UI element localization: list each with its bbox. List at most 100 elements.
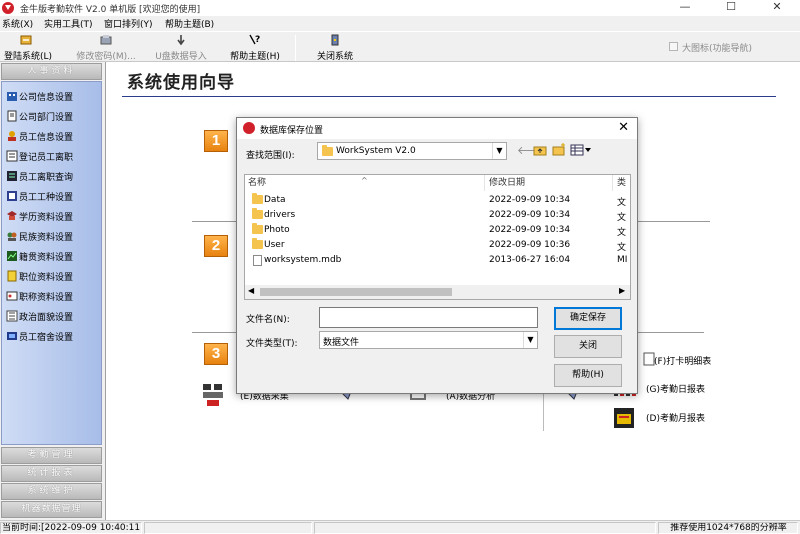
chevron-down-icon: ▼ bbox=[492, 143, 506, 159]
lookin-label: 查找范围(I): bbox=[246, 151, 295, 161]
change-password-button[interactable]: 修改密码(M)... bbox=[74, 34, 138, 62]
folder-icon bbox=[252, 238, 263, 249]
sidebar-item-resign[interactable]: 登记员工离职 bbox=[2, 146, 102, 166]
up-folder-icon[interactable] bbox=[533, 144, 547, 156]
toolbar-separator bbox=[295, 35, 296, 61]
sidebar-item-department[interactable]: 公司部门设置 bbox=[2, 106, 102, 126]
sidebar-item-resign-query[interactable]: 员工离职查询 bbox=[2, 166, 102, 186]
app-logo-icon bbox=[243, 122, 255, 134]
dialog-title: 数据库保存位置 bbox=[260, 126, 324, 136]
status-cell bbox=[314, 522, 656, 534]
sidebar-item-education[interactable]: 学历资料设置 bbox=[2, 206, 102, 226]
title-bar: 金牛版考勤软件 V2.0 单机版 [欢迎您的使用] — ☐ ✕ bbox=[0, 0, 800, 16]
column-header-type[interactable]: 类 bbox=[614, 175, 630, 191]
list-item[interactable]: Photo 2022-09-09 10:34 文 bbox=[245, 223, 630, 238]
new-folder-icon[interactable] bbox=[552, 143, 566, 156]
title-icon bbox=[6, 291, 18, 301]
column-header-date[interactable]: 修改日期 bbox=[486, 175, 613, 191]
status-time: 当前时间:[2022-09-09 10:40:11] bbox=[0, 522, 142, 534]
daily-report-link[interactable]: (G)考勤日报表 bbox=[646, 382, 705, 395]
step-1-badge: 1 bbox=[204, 130, 228, 152]
filename-input[interactable] bbox=[319, 307, 538, 328]
position-icon bbox=[7, 270, 17, 282]
list-item[interactable]: drivers 2022-09-09 10:34 文 bbox=[245, 208, 630, 223]
section-personnel[interactable]: 人事资料 bbox=[1, 63, 102, 80]
login-icon bbox=[20, 35, 32, 45]
maximize-button[interactable]: ☐ bbox=[708, 0, 754, 16]
sidebar-item-hometown[interactable]: 籍贯资料设置 bbox=[2, 246, 102, 266]
step-3-badge: 3 bbox=[204, 343, 228, 365]
scrollbar-thumb[interactable] bbox=[260, 288, 452, 296]
large-icon-label: 大图标(功能导航) bbox=[682, 44, 753, 54]
resign-query-icon bbox=[7, 171, 17, 181]
department-icon bbox=[7, 110, 17, 122]
status-hint: 推荐使用1024*768的分辨率 bbox=[658, 522, 798, 534]
menu-help[interactable]: 帮助主题(B) bbox=[165, 17, 214, 30]
close-system-button[interactable]: 关闭系统 bbox=[311, 34, 359, 62]
title-divider bbox=[122, 96, 776, 97]
view-menu-icon[interactable] bbox=[570, 144, 592, 156]
folder-icon bbox=[322, 145, 333, 156]
scroll-right-icon[interactable]: ▶ bbox=[619, 286, 625, 295]
save-button[interactable]: 确定保存 bbox=[554, 307, 622, 330]
large-icon-checkbox[interactable] bbox=[669, 42, 678, 51]
list-item[interactable]: Data 2022-09-09 10:34 文 bbox=[245, 193, 630, 208]
menu-bar: 系统(X) 实用工具(T) 窗口排列(Y) 帮助主题(B) bbox=[0, 16, 800, 31]
section-maintenance[interactable]: 系统维护 bbox=[1, 483, 102, 500]
usb-import-button[interactable]: U盘数据导入 bbox=[151, 34, 211, 62]
dormitory-icon bbox=[7, 332, 17, 340]
sidebar-item-position[interactable]: 职位资料设置 bbox=[2, 266, 102, 286]
filetype-select[interactable]: 数据文件 ▼ bbox=[319, 331, 538, 349]
sidebar-item-politics[interactable]: 政治面貌设置 bbox=[2, 306, 102, 326]
company-icon bbox=[7, 92, 17, 101]
ethnicity-icon bbox=[7, 232, 17, 241]
save-location-dialog: 数据库保存位置 ✕ 查找范围(I): WorkSystem V2.0 ▼ 🡐 名… bbox=[236, 117, 638, 394]
dialog-close-button[interactable]: ✕ bbox=[618, 120, 629, 135]
sidebar-item-company[interactable]: 公司信息设置 bbox=[2, 86, 102, 106]
filetype-label: 文件类型(T): bbox=[246, 339, 298, 349]
monthly-report-link[interactable]: (D)考勤月报表 bbox=[646, 411, 705, 424]
close-window-button[interactable]: ✕ bbox=[754, 0, 800, 16]
nav-list: 公司信息设置 公司部门设置 员工信息设置 登记员工离职 员工离职查询 员工工种设… bbox=[1, 81, 102, 445]
status-bar: 当前时间:[2022-09-09 10:40:11] 推荐使用1024*768的… bbox=[0, 520, 800, 534]
close-system-icon bbox=[331, 34, 339, 46]
menu-system[interactable]: 系统(X) bbox=[2, 17, 33, 30]
sidebar-item-employee[interactable]: 员工信息设置 bbox=[2, 126, 102, 146]
politics-icon bbox=[6, 310, 18, 322]
sidebar-item-job-type[interactable]: 员工工种设置 bbox=[2, 186, 102, 206]
minimize-button[interactable]: — bbox=[662, 0, 708, 16]
employee-icon bbox=[8, 131, 16, 141]
education-icon bbox=[7, 211, 17, 220]
cancel-button[interactable]: 关闭 bbox=[554, 335, 622, 358]
folder-icon bbox=[252, 193, 263, 204]
help-topics-button[interactable]: ? 帮助主题(H) bbox=[227, 34, 283, 62]
menu-tools[interactable]: 实用工具(T) bbox=[44, 17, 93, 30]
lookin-combobox[interactable]: WorkSystem V2.0 ▼ bbox=[317, 142, 507, 160]
section-reports[interactable]: 统计报表 bbox=[1, 465, 102, 482]
monthly-report-icon bbox=[614, 408, 634, 428]
sidebar-item-dormitory[interactable]: 员工宿舍设置 bbox=[2, 326, 102, 346]
help-button[interactable]: 帮助(H) bbox=[554, 364, 622, 387]
list-item[interactable]: worksystem.mdb 2013-06-27 16:04 MI bbox=[245, 253, 630, 268]
punch-detail-link[interactable]: (F)打卡明细表 bbox=[654, 354, 711, 367]
toolbar: 登陆系统(L) 修改密码(M)... U盘数据导入 ? 帮助主题(H) 关闭系统… bbox=[0, 31, 800, 62]
sort-arrow-icon: ^ bbox=[361, 176, 368, 185]
list-item[interactable]: User 2022-09-09 10:36 文 bbox=[245, 238, 630, 253]
horizontal-scrollbar[interactable]: ◀ ▶ bbox=[245, 285, 630, 299]
section-machine-data[interactable]: 机器数据管理 bbox=[1, 501, 102, 518]
scroll-left-icon[interactable]: ◀ bbox=[248, 286, 254, 295]
sidebar-item-title[interactable]: 职称资料设置 bbox=[2, 286, 102, 306]
window-title: 金牛版考勤软件 V2.0 单机版 [欢迎您的使用] bbox=[20, 5, 201, 15]
login-button[interactable]: 登陆系统(L) bbox=[4, 34, 52, 62]
status-cell bbox=[144, 522, 312, 534]
filename-label: 文件名(N): bbox=[246, 315, 290, 325]
folder-icon bbox=[252, 208, 263, 219]
chevron-down-icon: ▼ bbox=[523, 332, 537, 348]
menu-window[interactable]: 窗口排列(Y) bbox=[104, 17, 153, 30]
app-logo-icon bbox=[2, 2, 14, 14]
sidebar-item-ethnicity[interactable]: 民族资料设置 bbox=[2, 226, 102, 246]
section-attendance[interactable]: 考勤管理 bbox=[1, 447, 102, 464]
hometown-icon bbox=[7, 251, 17, 261]
file-icon bbox=[253, 255, 262, 266]
dialog-title-bar: 数据库保存位置 ✕ bbox=[237, 118, 637, 139]
